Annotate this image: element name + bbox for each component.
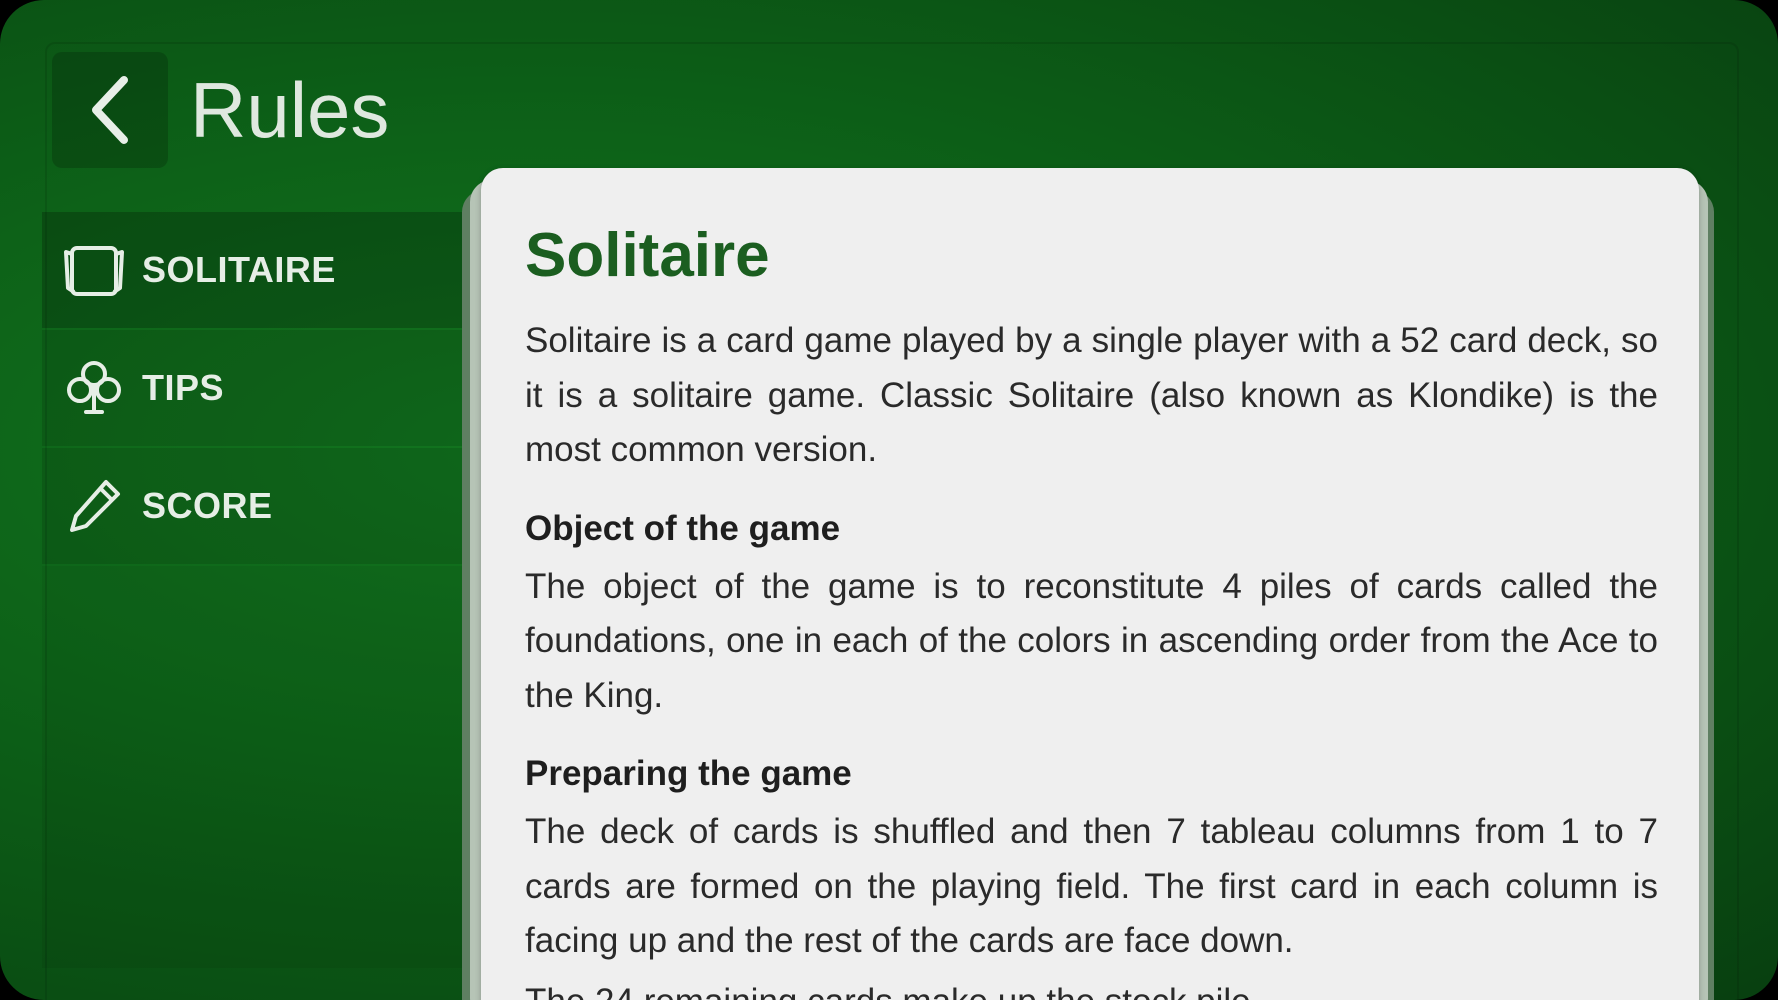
sidebar-item-label: SCORE [142,485,273,526]
rules-content: Solitaire Solitaire is a card game playe… [525,220,1658,1000]
page-title: Rules [190,66,390,154]
back-button[interactable] [52,52,168,168]
club-icon [67,361,121,414]
section-paragraph: The deck of cards is shuffled and then 7… [525,812,1658,960]
sidebar-item-solitaire[interactable]: SOLITAIRE [42,212,464,328]
cards-icon [64,246,124,296]
sidebar-item-label: SOLITAIRE [142,249,336,290]
section-paragraph: The object of the game is to reconstitut… [525,566,1658,715]
pencil-icon [70,480,120,532]
app-screen: Rules SOLITAIRE TIPS SCORE Solitaire Sol… [0,0,1778,1000]
section-heading: Preparing the game [525,754,852,793]
truncated-paragraph: The 24 remaining cards make up the stock… [525,975,1658,1000]
sidebar-item-tips[interactable]: TIPS [42,330,464,446]
sidebar-item-label: TIPS [142,367,225,408]
chevron-left-icon [92,76,128,144]
sidebar-empty-area [42,566,464,968]
rules-card[interactable]: Solitaire Solitaire is a card game playe… [481,168,1699,1000]
sidebar: SOLITAIRE TIPS SCORE [42,212,464,968]
sidebar-item-score[interactable]: SCORE [42,448,464,564]
intro-paragraph: Solitaire is a card game played by a sin… [525,321,1658,469]
article-title: Solitaire [525,221,770,290]
section-heading: Object of the game [525,508,841,548]
